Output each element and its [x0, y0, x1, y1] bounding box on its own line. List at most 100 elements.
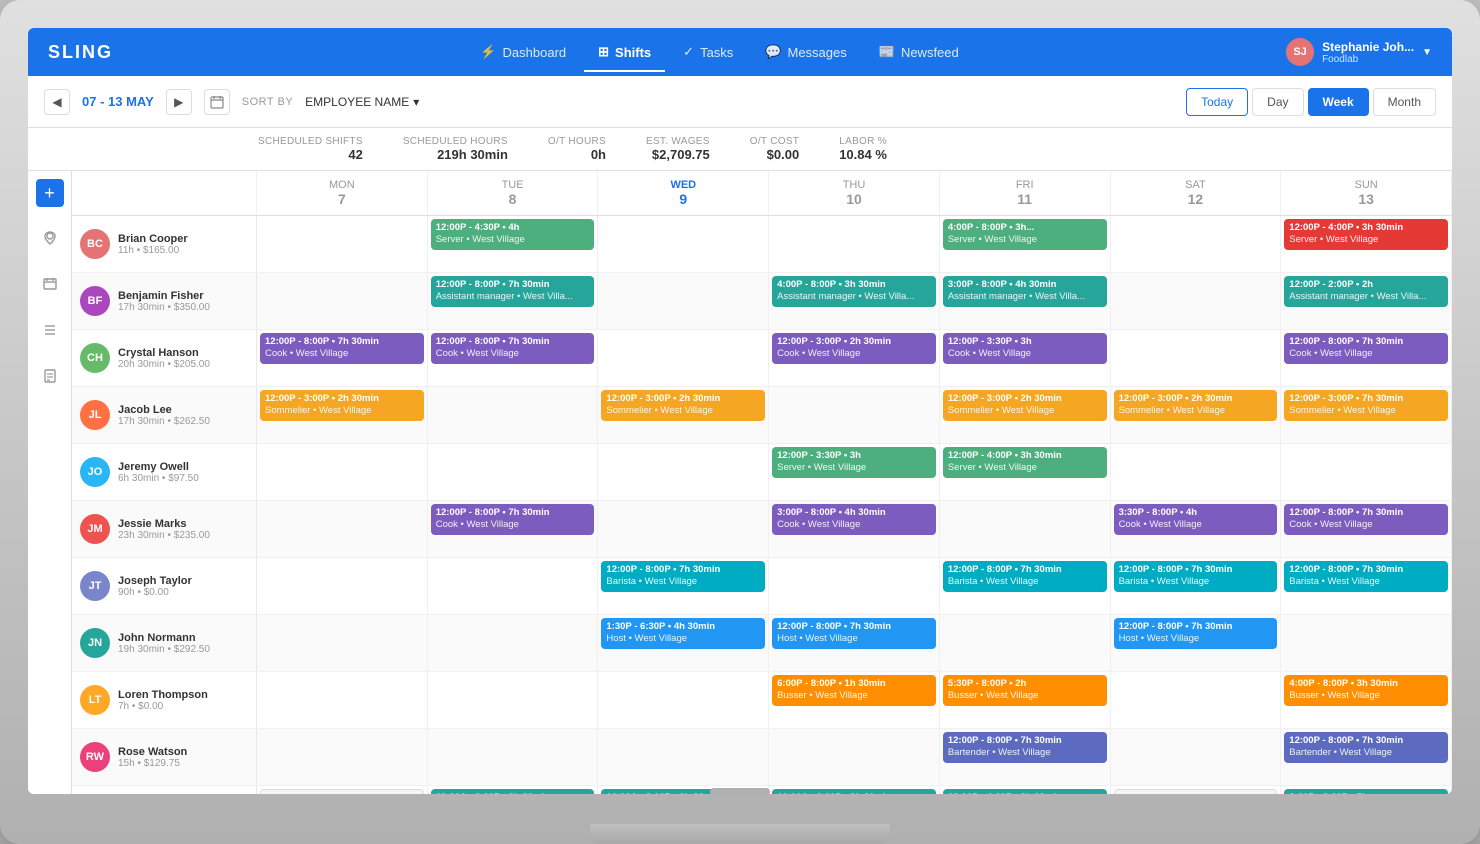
next-week-button[interactable]: ▶ [166, 89, 192, 115]
day-cell[interactable] [769, 729, 940, 785]
day-cell[interactable] [257, 501, 428, 557]
employee-info[interactable]: JM Jessie Marks 23h 30min • $235.00 [72, 501, 257, 557]
shift-block[interactable]: 12:00P - 8:00P • 7h 30minHost • West Vil… [1114, 618, 1278, 649]
employee-info[interactable]: BC Brian Cooper 11h • $165.00 [72, 216, 257, 272]
day-cell[interactable]: 12:00P - 3:00P • 2h 30minCook • West Vil… [769, 330, 940, 386]
shift-block[interactable]: 12:00P - 8:00P • 7h 30minAssistant manag… [431, 276, 595, 307]
employee-info[interactable]: LT Loren Thompson 7h • $0.00 [72, 672, 257, 728]
day-cell[interactable] [257, 444, 428, 500]
day-cell[interactable]: 12:00P - 8:00P • 7h 30minAssistant manag… [428, 273, 599, 329]
day-cell[interactable]: 5:30P - 8:00P • 2hBusser • West Village [940, 672, 1111, 728]
day-cell[interactable]: 12:00P - 8:00P • 7h 30minBarista • West … [598, 558, 769, 614]
shift-block[interactable]: 12:00P - 3:00P • 2h 30minSommelier • Wes… [260, 390, 424, 421]
day-cell[interactable]: 10:00A - 8:00P • 9h 30minAssistant manag… [769, 786, 940, 794]
day-cell[interactable] [257, 615, 428, 671]
sidebar-report-icon[interactable] [35, 361, 65, 391]
nav-newsfeed[interactable]: 📰 Newsfeed [865, 38, 973, 66]
day-cell[interactable] [257, 558, 428, 614]
sort-dropdown[interactable]: EMPLOYEE NAME ▾ [305, 95, 419, 109]
shift-block[interactable]: 12:00P - 4:00P • 3h 30minAssistant manag… [943, 789, 1107, 794]
day-cell[interactable]: 6:00P - 8:00P • 1h 30minBusser • West Vi… [769, 672, 940, 728]
shift-block[interactable]: 12:00P - 3:00P • 2h 30minSommelier • Wes… [1114, 390, 1278, 421]
day-cell[interactable] [1281, 615, 1452, 671]
day-cell[interactable]: All dayUnavailable [257, 786, 428, 794]
day-cell[interactable]: 4:00P - 8:00P • 3h 30minAssistant manage… [769, 273, 940, 329]
shift-block[interactable]: 12:00P - 4:30P • 4hServer • West Village [431, 219, 595, 250]
day-cell[interactable]: 2:00P - 8:00P • 5hAssistant manager • We… [1281, 786, 1452, 794]
day-cell[interactable] [1111, 273, 1282, 329]
day-cell[interactable]: 12:00P - 3:00P • 2h 30minSommelier • Wes… [940, 387, 1111, 443]
day-cell[interactable]: 4:00P - 8:00P • 3h...Server • West Villa… [940, 216, 1111, 272]
shift-block[interactable]: 12:00P - 8:00P • 7h 30minBarista • West … [1114, 561, 1278, 592]
sidebar-location-icon[interactable] [35, 223, 65, 253]
day-cell[interactable]: 12:00P - 8:00P • 7h 30minHost • West Vil… [769, 615, 940, 671]
day-cell[interactable] [257, 216, 428, 272]
day-cell[interactable]: 12:00P - 8:00P • 7h 30minBartender • Wes… [940, 729, 1111, 785]
shift-block[interactable]: 12:00P - 3:00P • 2h 30minSommelier • Wes… [601, 390, 765, 421]
day-cell[interactable] [769, 216, 940, 272]
employee-info[interactable]: JN John Normann 19h 30min • $292.50 [72, 615, 257, 671]
unavailable-block[interactable]: All dayUnavailable [260, 789, 424, 794]
shift-block[interactable]: 3:00P - 8:00P • 4h 30minAssistant manage… [943, 276, 1107, 307]
sidebar-list-icon[interactable] [35, 315, 65, 345]
shift-block[interactable]: 3:30P - 8:00P • 4hCook • West Village [1114, 504, 1278, 535]
day-cell[interactable]: 12:00P - 3:00P • 7h 30minSommelier • Wes… [1281, 387, 1452, 443]
day-cell[interactable] [940, 615, 1111, 671]
day-cell[interactable]: 3:00P - 6:00P • 3hUnavailable12:00P - 3:… [1111, 786, 1282, 794]
day-cell[interactable] [598, 273, 769, 329]
day-cell[interactable]: 12:00P - 2:00P • 2hAssistant manager • W… [1281, 273, 1452, 329]
unavailable-block[interactable]: 3:00P - 6:00P • 3hUnavailable [1114, 789, 1278, 794]
day-cell[interactable]: 12:00P - 8:00P • 7h 30minCook • West Vil… [1281, 501, 1452, 557]
day-cell[interactable] [940, 501, 1111, 557]
month-view-button[interactable]: Month [1373, 88, 1436, 116]
day-cell[interactable] [1111, 672, 1282, 728]
shift-block[interactable]: 12:00P - 8:00P • 7h 30minBarista • West … [601, 561, 765, 592]
shift-block[interactable]: 6:00P - 8:00P • 1h 30minBusser • West Vi… [772, 675, 936, 706]
day-cell[interactable] [257, 729, 428, 785]
day-cell[interactable]: 3:00P - 8:00P • 4h 30minAssistant manage… [940, 273, 1111, 329]
nav-shifts[interactable]: ⊞ Shifts [584, 38, 665, 66]
day-cell[interactable] [428, 615, 599, 671]
shift-block[interactable]: 12:00P - 8:00P • 7h 30minCook • West Vil… [431, 333, 595, 364]
day-cell[interactable]: 12:00P - 8:00P • 7h 30minCook • West Vil… [257, 330, 428, 386]
day-cell[interactable] [1111, 216, 1282, 272]
day-cell[interactable] [428, 444, 599, 500]
employee-info[interactable]: BF Benjamin Fisher 17h 30min • $350.00 [72, 273, 257, 329]
shift-block[interactable]: 5:30P - 8:00P • 2hBusser • West Village [943, 675, 1107, 706]
day-cell[interactable]: 12:00P - 4:00P • 3h 30minServer • West V… [940, 444, 1111, 500]
shift-block[interactable]: 10:00A - 8:00P • 9h 30minAssistant manag… [431, 789, 595, 794]
day-cell[interactable] [428, 729, 599, 785]
shift-block[interactable]: 12:00P - 8:00P • 7h 30minBarista • West … [1284, 561, 1448, 592]
sidebar-schedule-icon[interactable] [35, 269, 65, 299]
employee-info[interactable]: RW Rose Watson 15h • $129.75 [72, 729, 257, 785]
shift-block[interactable]: 12:00P - 8:00P • 7h 30minCook • West Vil… [1284, 333, 1448, 364]
day-cell[interactable] [428, 558, 599, 614]
user-profile[interactable]: SJ Stephanie Joh... Foodlab ▼ [1286, 38, 1432, 66]
employee-info[interactable]: CH Crystal Hanson 20h 30min • $205.00 [72, 330, 257, 386]
week-view-button[interactable]: Week [1308, 88, 1369, 116]
day-cell[interactable]: 12:00P - 3:00P • 2h 30minSommelier • Wes… [257, 387, 428, 443]
shift-block[interactable]: 12:00P - 3:30P • 3hServer • West Village [772, 447, 936, 478]
day-view-button[interactable]: Day [1252, 88, 1303, 116]
day-cell[interactable]: 1:30P - 6:30P • 4h 30minHost • West Vill… [598, 615, 769, 671]
day-cell[interactable] [257, 273, 428, 329]
day-cell[interactable] [428, 387, 599, 443]
day-cell[interactable]: 12:00P - 8:00P • 7h 30minBarista • West … [940, 558, 1111, 614]
nav-tasks[interactable]: ✓ Tasks [669, 38, 747, 66]
day-cell[interactable] [1281, 444, 1452, 500]
day-cell[interactable]: 4:00P - 8:00P • 3h 30minBusser • West Vi… [1281, 672, 1452, 728]
day-cell[interactable]: 12:00P - 8:00P • 7h 30minCook • West Vil… [428, 330, 599, 386]
day-cell[interactable]: 12:00P - 3:00P • 2h 30minSommelier • Wes… [598, 387, 769, 443]
shift-block[interactable]: 4:00P - 8:00P • 3h 30minAssistant manage… [772, 276, 936, 307]
employee-info[interactable]: JL Jacob Lee 17h 30min • $262.50 [72, 387, 257, 443]
day-cell[interactable] [1111, 729, 1282, 785]
day-cell[interactable]: 12:00P - 3:00P • 2h 30minSommelier • Wes… [1111, 387, 1282, 443]
shift-block[interactable]: 4:00P - 8:00P • 3h 30minBusser • West Vi… [1284, 675, 1448, 706]
day-cell[interactable]: 12:00P - 8:00P • 7h 30minBarista • West … [1111, 558, 1282, 614]
shift-block[interactable]: 12:00P - 8:00P • 7h 30minBartender • Wes… [943, 732, 1107, 763]
day-cell[interactable]: 3:00P - 8:00P • 4h 30minCook • West Vill… [769, 501, 940, 557]
day-cell[interactable]: 12:00P - 8:00P • 7h 30minCook • West Vil… [428, 501, 599, 557]
nav-dashboard[interactable]: ⚡ Dashboard [466, 38, 580, 66]
day-cell[interactable] [257, 672, 428, 728]
shift-block[interactable]: 12:00P - 4:00P • 3h 30minServer • West V… [1284, 219, 1448, 250]
